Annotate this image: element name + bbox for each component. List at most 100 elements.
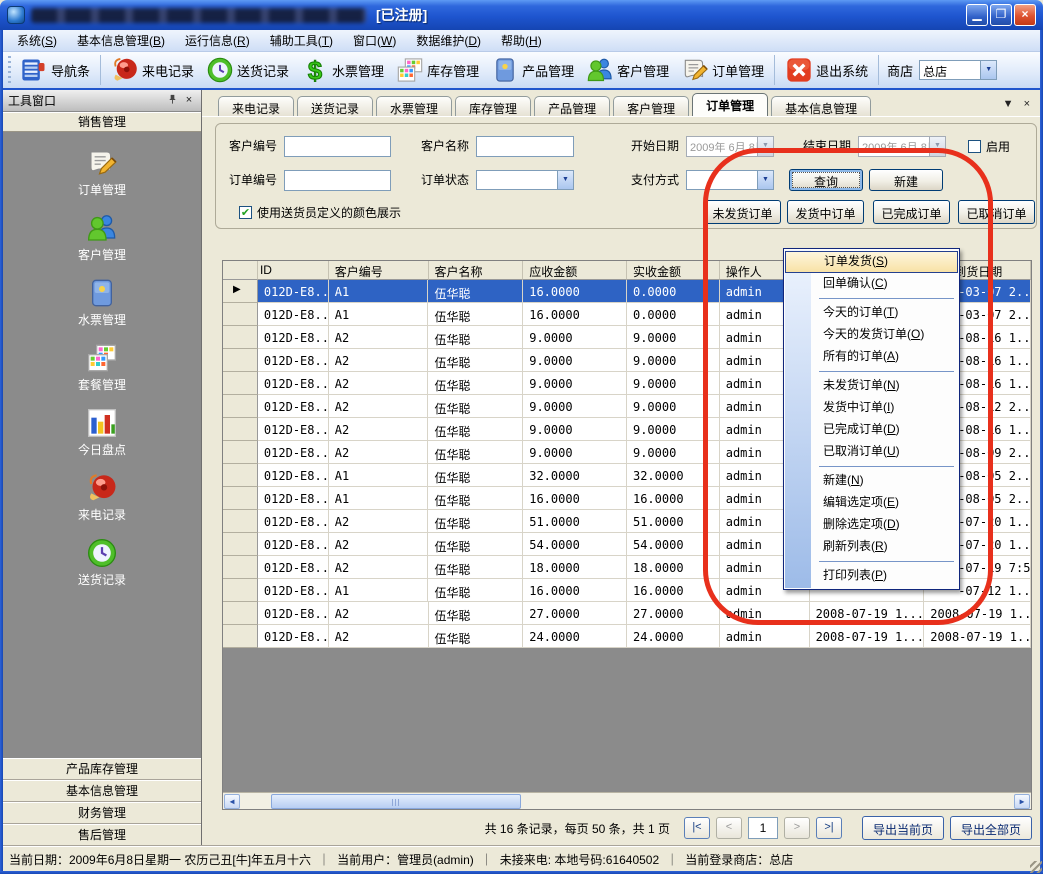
- status-filter-button-0[interactable]: 未发货订单: [704, 200, 781, 224]
- page-number-input[interactable]: 1: [748, 817, 778, 839]
- menubar-item-2[interactable]: 运行信息(R): [175, 29, 260, 52]
- context-menu-item-0[interactable]: 订单发货(S): [785, 251, 958, 273]
- toolbar-button-8[interactable]: 退出系统: [779, 53, 874, 87]
- end-date-picker[interactable]: 2009年 6月 8日▼: [858, 136, 946, 157]
- context-menu-item-1[interactable]: 回单确认(C): [785, 273, 958, 295]
- toolbar-button-7[interactable]: 订单管理: [675, 53, 770, 87]
- menubar-item-6[interactable]: 帮助(H): [491, 29, 552, 52]
- scroll-left-icon[interactable]: ◀: [224, 794, 240, 809]
- column-header-1[interactable]: ID: [258, 261, 329, 280]
- tab-list-dropdown-icon[interactable]: ▼: [1003, 98, 1014, 110]
- tab-2[interactable]: 水票管理: [376, 96, 452, 116]
- column-header-4[interactable]: 应收金额: [523, 261, 627, 280]
- sidebar-group-3[interactable]: 售后管理: [3, 824, 201, 846]
- last-page-button[interactable]: >|: [816, 817, 842, 839]
- tab-6[interactable]: 订单管理: [692, 93, 768, 116]
- context-menu-item-5[interactable]: 所有的订单(A): [785, 346, 958, 368]
- menubar-item-4[interactable]: 窗口(W): [343, 29, 406, 52]
- tab-close-icon[interactable]: ×: [1024, 98, 1030, 110]
- scrollbar-thumb[interactable]: [271, 794, 521, 809]
- toolbar-button-2[interactable]: 送货记录: [200, 53, 295, 87]
- order-no-input[interactable]: [284, 170, 391, 191]
- toolbar-button-1[interactable]: 来电记录: [105, 53, 200, 87]
- table-horizontal-scrollbar[interactable]: ◀ ▶: [223, 792, 1031, 809]
- start-date-picker[interactable]: 2009年 6月 8日▼: [686, 136, 774, 157]
- store-select[interactable]: 总店▼: [919, 60, 997, 80]
- next-page-button[interactable]: >: [784, 817, 810, 839]
- menubar-item-3[interactable]: 辅助工具(T): [260, 29, 343, 52]
- new-button[interactable]: 新建: [869, 169, 943, 191]
- status-filter-button-1[interactable]: 发货中订单: [787, 200, 864, 224]
- column-header-0[interactable]: [223, 261, 258, 280]
- customer-name-input[interactable]: [476, 136, 574, 157]
- sidebar-item-2[interactable]: 水票管理: [42, 270, 162, 335]
- close-button[interactable]: ×: [1014, 4, 1036, 26]
- context-menu-item-10[interactable]: 已取消订单(U): [785, 441, 958, 463]
- toolbar-button-4[interactable]: 库存管理: [390, 53, 485, 87]
- context-menu-item-17[interactable]: 打印列表(P): [785, 565, 958, 587]
- order-status-select[interactable]: ▼: [476, 170, 574, 190]
- sidebar-item-0[interactable]: 订单管理: [42, 140, 162, 205]
- tab-4[interactable]: 产品管理: [534, 96, 610, 116]
- statusbar-separator: ｜: [666, 851, 678, 868]
- column-header-5[interactable]: 实收金额: [627, 261, 720, 280]
- sidebar-group-1[interactable]: 基本信息管理: [3, 780, 201, 802]
- menubar-item-1[interactable]: 基本信息管理(B): [67, 29, 175, 52]
- resize-grip[interactable]: [1030, 861, 1042, 873]
- status-filter-button-3[interactable]: 已取消订单: [958, 200, 1035, 224]
- table-cell: 16.0000: [523, 579, 627, 602]
- prev-page-button[interactable]: <: [716, 817, 742, 839]
- deliveryman-color-checkbox[interactable]: ✔ 使用送货员定义的颜色展示: [239, 204, 401, 221]
- tab-5[interactable]: 客户管理: [613, 96, 689, 116]
- sidebar-item-5[interactable]: 来电记录: [42, 465, 162, 530]
- pay-method-select[interactable]: ▼: [686, 170, 774, 190]
- statusbar-separator: ｜: [481, 851, 493, 868]
- toolbar-button-5[interactable]: 产品管理: [485, 53, 580, 87]
- context-menu-item-8[interactable]: 发货中订单(I): [785, 397, 958, 419]
- column-header-3[interactable]: 客户名称: [429, 261, 524, 280]
- minimize-button[interactable]: ▁: [966, 4, 988, 26]
- tab-0[interactable]: 来电记录: [218, 96, 294, 116]
- close-tool-window-icon[interactable]: ×: [182, 94, 196, 108]
- toolbar-button-0[interactable]: 导航条: [14, 53, 96, 87]
- context-menu-item-4[interactable]: 今天的发货订单(O): [785, 324, 958, 346]
- table-row[interactable]: 012D-E8...A2伍华聪27.000027.0000admin2008-0…: [223, 602, 1031, 625]
- context-menu-item-14[interactable]: 删除选定项(D): [785, 514, 958, 536]
- menu-separator: [819, 561, 954, 562]
- tab-1[interactable]: 送货记录: [297, 96, 373, 116]
- sidebar-item-4[interactable]: 今日盘点: [42, 400, 162, 465]
- first-page-button[interactable]: |<: [684, 817, 710, 839]
- toolbar-button-3[interactable]: $水票管理: [295, 53, 390, 87]
- table-row[interactable]: 012D-E8...A2伍华聪24.000024.0000admin2008-0…: [223, 625, 1031, 648]
- context-menu-item-15[interactable]: 刷新列表(R): [785, 536, 958, 558]
- sidebar-item-6[interactable]: 送货记录: [42, 530, 162, 595]
- enable-checkbox[interactable]: 启用: [968, 138, 1010, 155]
- context-menu-item-12[interactable]: 新建(N): [785, 470, 958, 492]
- sidebar-group-sales[interactable]: 销售管理: [3, 112, 201, 132]
- sidebar-group-2[interactable]: 财务管理: [3, 802, 201, 824]
- query-button[interactable]: 查询: [789, 169, 863, 191]
- sidebar-item-3[interactable]: 套餐管理: [42, 335, 162, 400]
- context-menu-item-3[interactable]: 今天的订单(T): [785, 302, 958, 324]
- customer-no-input[interactable]: [284, 136, 391, 157]
- export-all-pages-button[interactable]: 导出全部页: [950, 816, 1032, 840]
- scroll-right-icon[interactable]: ▶: [1014, 794, 1030, 809]
- column-header-2[interactable]: 客户编号: [329, 261, 429, 280]
- menubar-item-5[interactable]: 数据维护(D): [406, 29, 491, 52]
- toolbar-button-label: 送货记录: [237, 61, 289, 80]
- tab-3[interactable]: 库存管理: [455, 96, 531, 116]
- toolbar-button-6[interactable]: 客户管理: [580, 53, 675, 87]
- pin-icon[interactable]: [165, 94, 179, 108]
- sidebar-group-0[interactable]: 产品库存管理: [3, 758, 201, 780]
- menubar-item-0[interactable]: 系统(S): [7, 29, 67, 52]
- export-current-page-button[interactable]: 导出当前页: [862, 816, 944, 840]
- context-menu-item-7[interactable]: 未发货订单(N): [785, 375, 958, 397]
- status-filter-button-2[interactable]: 已完成订单: [873, 200, 950, 224]
- context-menu-item-13[interactable]: 编辑选定项(E): [785, 492, 958, 514]
- table-cell: 012D-E8...: [258, 556, 329, 579]
- toolbar-grip[interactable]: [8, 56, 11, 84]
- sidebar-item-1[interactable]: 客户管理: [42, 205, 162, 270]
- tab-7[interactable]: 基本信息管理: [771, 96, 871, 116]
- context-menu-item-9[interactable]: 已完成订单(D): [785, 419, 958, 441]
- restore-button[interactable]: ❐: [990, 4, 1012, 26]
